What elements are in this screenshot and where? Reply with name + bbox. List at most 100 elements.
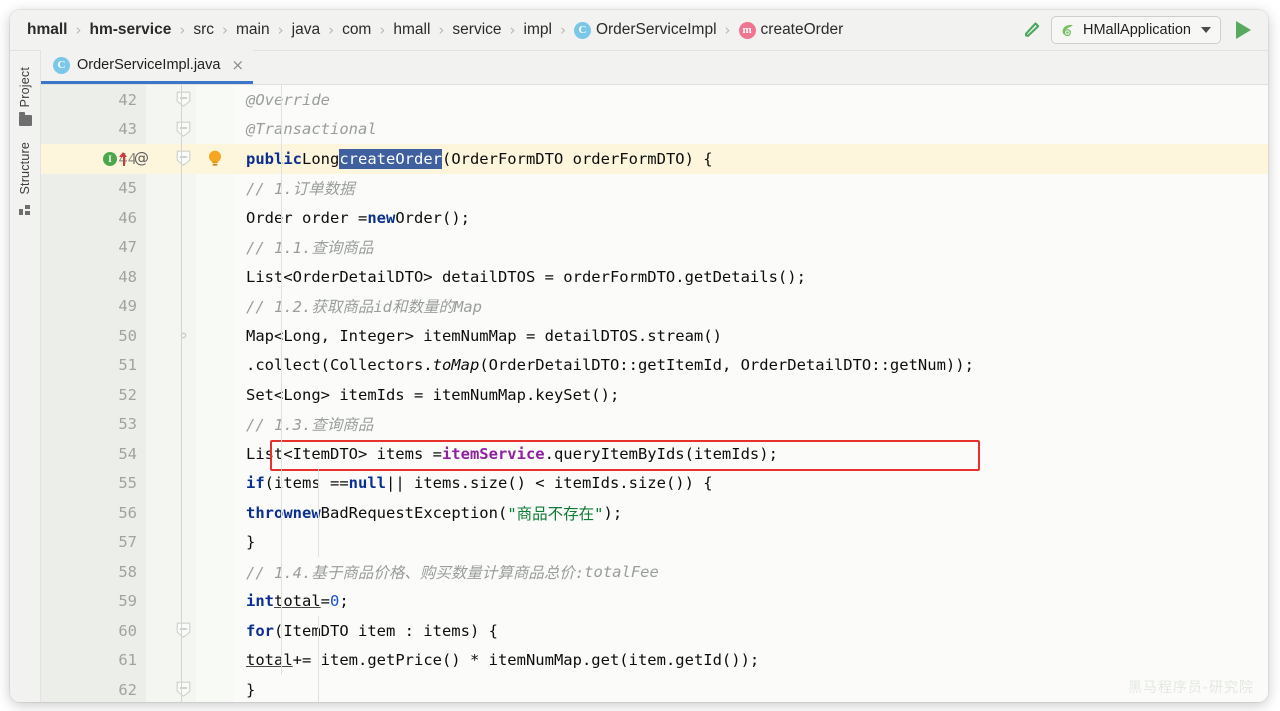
gutter-row[interactable]: 42 <box>41 85 234 115</box>
code-line[interactable]: List<OrderDetailDTO> detailDTOS = orderF… <box>234 262 806 292</box>
gutter-row[interactable]: 56 <box>41 498 234 528</box>
override-arrow-icon[interactable] <box>119 152 128 166</box>
fold-marker-icon[interactable] <box>173 616 193 646</box>
sidebar-item-project[interactable]: Project <box>18 61 32 132</box>
gutter-row[interactable]: 50 <box>41 321 234 351</box>
breadcrumb-separator: › <box>222 21 228 39</box>
run-play-icon[interactable] <box>1230 17 1256 43</box>
code-line[interactable]: Map<Long, Integer> itemNumMap = detailDT… <box>234 321 722 351</box>
breadcrumb-item-service[interactable]: service <box>451 21 502 39</box>
fold-marker-icon[interactable] <box>173 321 193 351</box>
gutter-row[interactable]: 58 <box>41 557 234 587</box>
code-text-area[interactable]: @Override @Transactional public Long cre… <box>234 85 1268 702</box>
line-number: 62 <box>41 681 146 699</box>
code-line[interactable]: public Long createOrder(OrderFormDTO ord… <box>234 144 713 174</box>
gutter-row[interactable]: 51 <box>41 351 234 381</box>
gutter-row[interactable]: 44I@ <box>41 144 234 174</box>
close-icon[interactable]: × <box>231 58 244 73</box>
sidebar-item-structure[interactable]: Structure <box>18 136 32 221</box>
code-line[interactable]: Order order = new Order(); <box>234 203 470 233</box>
code-token: (OrderFormDTO orderFormDTO) { <box>442 150 713 168</box>
breadcrumb-item-hmall[interactable]: hmall <box>392 21 431 39</box>
code-line[interactable]: List<ItemDTO> items = itemService.queryI… <box>234 439 778 469</box>
code-token: } <box>246 681 255 699</box>
code-token: .collect(Collectors. <box>246 356 433 374</box>
code-token: BadRequestException( <box>321 504 508 522</box>
breadcrumb-item-createorder[interactable]: mcreateOrder <box>738 21 845 39</box>
code-editor[interactable]: 424344I@45464748495051525354555657585960… <box>41 85 1268 702</box>
breadcrumb-item-impl[interactable]: impl <box>523 21 553 39</box>
gutter-row[interactable]: 49 <box>41 292 234 322</box>
code-line[interactable]: } <box>234 675 255 702</box>
line-number: 52 <box>41 386 146 404</box>
code-line[interactable]: int total = 0; <box>234 587 349 617</box>
line-number: 56 <box>41 504 146 522</box>
breadcrumb-item-hmall[interactable]: hmall <box>26 21 68 39</box>
breadcrumb-separator: › <box>75 21 81 39</box>
indent-guide <box>281 85 282 675</box>
fold-marker-icon[interactable] <box>173 675 193 702</box>
code-line[interactable]: // 1.1.查询商品 <box>234 233 373 263</box>
ide-window: hmall›hm-service›src›main›java›com›hmall… <box>10 10 1268 702</box>
editor-gutter[interactable]: 424344I@45464748495051525354555657585960… <box>41 85 234 702</box>
tab-orderserviceimpl-java[interactable]: C OrderServiceImpl.java × <box>41 49 253 84</box>
code-line[interactable]: throw new BadRequestException("商品不存在"); <box>234 498 622 528</box>
breadcrumb-separator: › <box>328 21 334 39</box>
code-token: public <box>246 150 302 168</box>
gutter-row[interactable]: 43 <box>41 115 234 145</box>
main-toolbar: hmall›hm-service›src›main›java›com›hmall… <box>10 10 1268 51</box>
breadcrumb-item-src[interactable]: src <box>192 21 215 39</box>
gutter-row[interactable]: 52 <box>41 380 234 410</box>
gutter-row[interactable]: 60 <box>41 616 234 646</box>
breadcrumb-item-hm-service[interactable]: hm-service <box>88 21 172 39</box>
gutter-row[interactable]: 59 <box>41 587 234 617</box>
code-line[interactable]: @Transactional <box>234 115 377 145</box>
implemented-method-icon[interactable]: I <box>103 152 117 166</box>
code-line[interactable]: .collect(Collectors.toMap(OrderDetailDTO… <box>234 351 974 381</box>
code-line[interactable]: // 1.订单数据 <box>234 174 355 204</box>
intention-bulb-icon[interactable] <box>205 144 225 174</box>
gutter-row[interactable]: 54 <box>41 439 234 469</box>
code-line[interactable]: } <box>234 528 255 558</box>
breadcrumb-item-orderserviceimpl[interactable]: COrderServiceImpl <box>573 21 718 39</box>
code-token: throw <box>246 504 293 522</box>
code-token: // 1.订单数据 <box>246 177 355 199</box>
breadcrumb-item-main[interactable]: main <box>235 21 271 39</box>
code-line[interactable]: // 1.2.获取商品id和数量的Map <box>234 292 482 322</box>
gutter-row[interactable]: 62 <box>41 675 234 702</box>
gutter-row[interactable]: 53 <box>41 410 234 440</box>
annotation-at-icon[interactable]: @ <box>134 151 149 166</box>
code-line[interactable]: @Override <box>234 85 330 115</box>
code-line[interactable]: // 1.3.查询商品 <box>234 410 373 440</box>
code-line[interactable]: total += item.getPrice() * itemNumMap.ge… <box>234 646 759 676</box>
code-token: createOrder <box>339 149 442 169</box>
gutter-row[interactable]: 61 <box>41 646 234 676</box>
fold-marker-icon[interactable] <box>173 144 193 174</box>
gutter-row[interactable]: 55 <box>41 469 234 499</box>
breadcrumb-item-com[interactable]: com <box>341 21 372 39</box>
gutter-row[interactable]: 46 <box>41 203 234 233</box>
code-token: totalFee <box>584 563 659 581</box>
gutter-row[interactable]: 45 <box>41 174 234 204</box>
hammer-icon[interactable] <box>1020 19 1042 41</box>
breadcrumb-label: hmall <box>393 21 430 39</box>
run-configuration-selector[interactable]: HMallApplication <box>1051 16 1221 44</box>
tab-label: OrderServiceImpl.java <box>77 57 220 73</box>
code-token: (OrderDetailDTO::getItemId, OrderDetailD… <box>479 356 974 374</box>
gutter-icons[interactable]: I@ <box>103 144 149 174</box>
fold-marker-icon[interactable] <box>173 115 193 145</box>
gutter-row[interactable]: 48 <box>41 262 234 292</box>
line-number: 45 <box>41 179 146 197</box>
chevron-down-icon[interactable] <box>1201 27 1211 33</box>
gutter-row[interactable]: 57 <box>41 528 234 558</box>
code-line[interactable]: // 1.4.基于商品价格、购买数量计算商品总价: totalFee <box>234 557 659 587</box>
breadcrumb: hmall›hm-service›src›main›java›com›hmall… <box>26 21 1020 39</box>
code-line[interactable]: for (ItemDTO item : items) { <box>234 616 498 646</box>
breadcrumb-item-java[interactable]: java <box>291 21 321 39</box>
code-line-background <box>234 115 1268 145</box>
code-line[interactable]: Set<Long> itemIds = itemNumMap.keySet(); <box>234 380 619 410</box>
code-line[interactable]: if (items == null || items.size() < item… <box>234 469 713 499</box>
gutter-row[interactable]: 47 <box>41 233 234 263</box>
fold-marker-icon[interactable] <box>173 85 193 115</box>
line-number: 54 <box>41 445 146 463</box>
